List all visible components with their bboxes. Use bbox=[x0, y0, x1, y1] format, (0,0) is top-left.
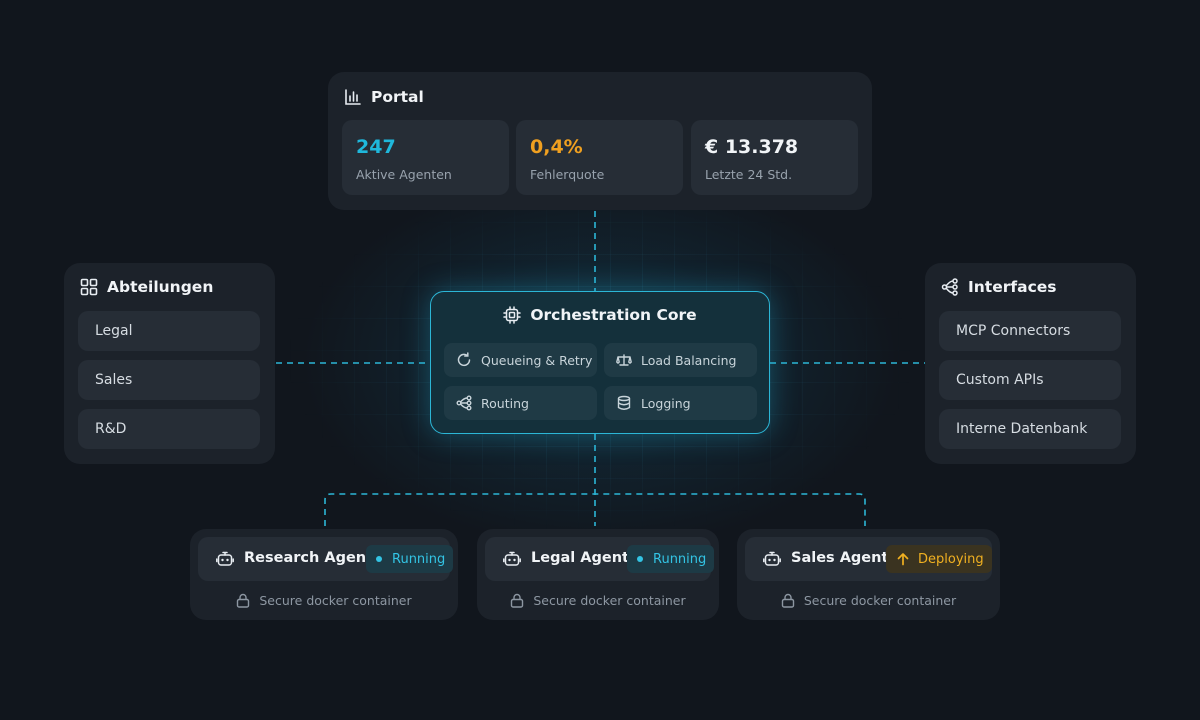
agent-footer: Secure docker container bbox=[190, 593, 458, 608]
feature-label: Logging bbox=[641, 395, 691, 411]
lock-icon bbox=[781, 593, 795, 608]
agent-header: Research Agent Running bbox=[198, 537, 454, 581]
orchestration-core-panel: Orchestration Core Queueing & Retry Load… bbox=[430, 291, 770, 434]
agent-name: Legal Agent bbox=[531, 550, 629, 566]
status-text: Running bbox=[653, 551, 707, 567]
portal-title: Portal bbox=[344, 88, 424, 106]
robot-icon bbox=[763, 551, 781, 566]
portal-title-text: Portal bbox=[371, 88, 424, 106]
interface-item-apis[interactable]: Custom APIs bbox=[939, 360, 1121, 400]
feature-queueing[interactable]: Queueing & Retry bbox=[444, 343, 597, 377]
interface-item-mcp[interactable]: MCP Connectors bbox=[939, 311, 1121, 351]
stat-last-24h: € 13.378 Letzte 24 Std. bbox=[691, 120, 858, 195]
agent-header: Legal Agent Running bbox=[485, 537, 715, 581]
departments-title: Abteilungen bbox=[80, 278, 213, 296]
interfaces-panel: Interfaces MCP Connectors Custom APIs In… bbox=[925, 263, 1136, 464]
agent-name: Sales Agent bbox=[791, 550, 889, 566]
refresh-icon bbox=[457, 352, 471, 367]
share-nodes-icon bbox=[941, 278, 958, 296]
agent-card-research[interactable]: Research Agent Running Secure docker con… bbox=[190, 529, 458, 620]
status-dot bbox=[376, 556, 382, 562]
interface-item-db[interactable]: Interne Datenbank bbox=[939, 409, 1121, 449]
lock-icon bbox=[511, 593, 524, 608]
portal-panel: Portal 247 Aktive Agenten 0,4% Fehlerquo… bbox=[328, 72, 872, 210]
status-text: Running bbox=[392, 551, 446, 567]
status-badge: Deploying bbox=[886, 545, 992, 573]
cpu-icon bbox=[503, 306, 522, 324]
robot-icon bbox=[503, 551, 521, 566]
feature-logging[interactable]: Logging bbox=[604, 386, 757, 420]
core-title-text: Orchestration Core bbox=[530, 306, 697, 324]
department-item-legal[interactable]: Legal bbox=[78, 311, 260, 351]
status-badge: Running bbox=[366, 545, 454, 573]
status-dot bbox=[637, 556, 643, 562]
stat-value: € 13.378 bbox=[705, 136, 799, 158]
feature-load-balancing[interactable]: Load Balancing bbox=[604, 343, 757, 377]
agent-footer: Secure docker container bbox=[737, 593, 1000, 608]
stat-active-agents: 247 Aktive Agenten bbox=[342, 120, 509, 195]
feature-label: Queueing & Retry bbox=[481, 352, 593, 368]
agent-card-legal[interactable]: Legal Agent Running Secure docker contai… bbox=[477, 529, 719, 620]
arrow-up-icon bbox=[897, 553, 909, 566]
stat-error-rate: 0,4% Fehlerquote bbox=[516, 120, 683, 195]
agent-footer: Secure docker container bbox=[477, 593, 719, 608]
routing-icon bbox=[456, 395, 472, 411]
agent-footer-text: Secure docker container bbox=[259, 593, 412, 608]
stat-value: 0,4% bbox=[530, 136, 583, 158]
stat-label: Letzte 24 Std. bbox=[705, 167, 793, 182]
agent-name: Research Agent bbox=[244, 550, 374, 566]
department-item-rd[interactable]: R&D bbox=[78, 409, 260, 449]
core-title: Orchestration Core bbox=[431, 306, 769, 324]
bar-chart-icon bbox=[345, 89, 361, 105]
interfaces-title: Interfaces bbox=[941, 278, 1057, 296]
database-icon bbox=[617, 395, 631, 410]
grid-icon bbox=[80, 278, 98, 296]
status-text: Deploying bbox=[918, 551, 984, 567]
stat-label: Aktive Agenten bbox=[356, 167, 452, 182]
agent-card-sales[interactable]: Sales Agent Deploying Secure docker cont… bbox=[737, 529, 1000, 620]
lock-icon bbox=[237, 593, 250, 608]
stat-value: 247 bbox=[356, 136, 396, 158]
feature-routing[interactable]: Routing bbox=[444, 386, 597, 420]
architecture-diagram: Portal 247 Aktive Agenten 0,4% Fehlerquo… bbox=[0, 0, 1200, 720]
connector-agent-bus bbox=[324, 493, 866, 526]
stat-label: Fehlerquote bbox=[530, 167, 605, 182]
departments-title-text: Abteilungen bbox=[107, 278, 214, 296]
feature-label: Routing bbox=[481, 395, 529, 411]
agent-footer-text: Secure docker container bbox=[533, 593, 686, 608]
departments-panel: Abteilungen Legal Sales R&D bbox=[64, 263, 275, 464]
department-item-sales[interactable]: Sales bbox=[78, 360, 260, 400]
scale-icon bbox=[616, 354, 632, 366]
interfaces-title-text: Interfaces bbox=[968, 278, 1057, 296]
agent-footer-text: Secure docker container bbox=[803, 593, 957, 608]
robot-icon bbox=[216, 551, 234, 566]
agent-header: Sales Agent Deploying bbox=[745, 537, 992, 581]
status-badge: Running bbox=[627, 545, 715, 573]
feature-label: Load Balancing bbox=[641, 352, 737, 368]
